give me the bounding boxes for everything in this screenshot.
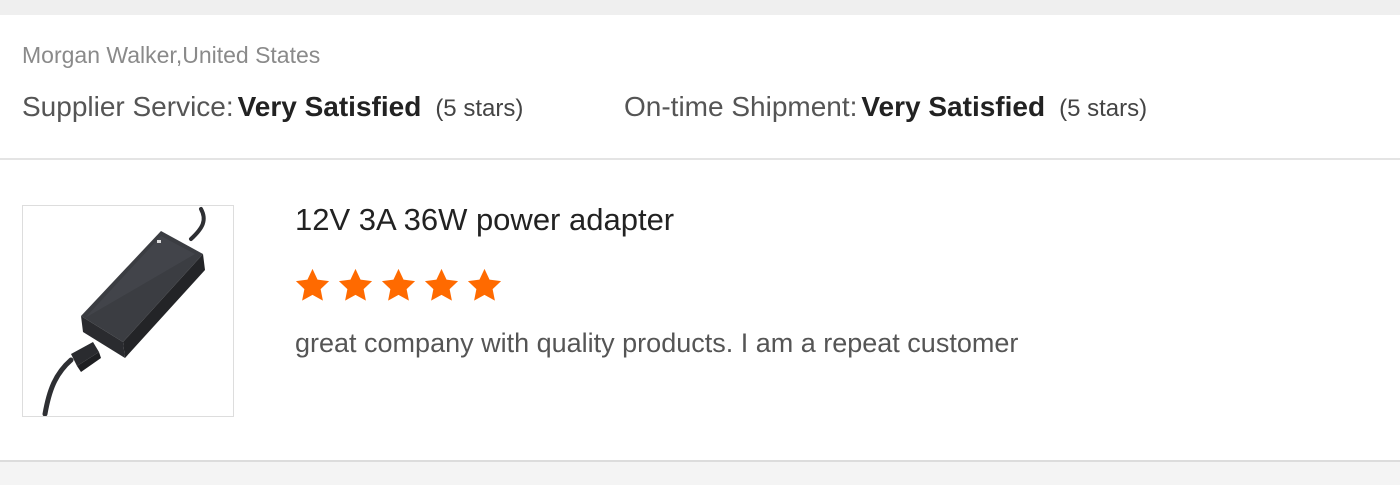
review-comment: great company with quality products. I a… <box>295 328 1019 358</box>
product-review: 12V 3A 36W power adapter great company w… <box>0 160 1400 462</box>
star-icon <box>338 268 373 301</box>
product-title[interactable]: 12V 3A 36W power adapter <box>295 202 674 238</box>
ontime-shipment-value: Very Satisfied <box>861 91 1046 122</box>
review-header: Morgan Walker,United States Supplier Ser… <box>0 15 1400 160</box>
power-adapter-image <box>42 207 206 416</box>
supplier-service-stars-text: (5 stars) <box>435 95 524 122</box>
reviewer-name-country: Morgan Walker,United States <box>22 42 321 68</box>
bottom-divider-strip <box>0 462 1400 485</box>
supplier-service-rating: Supplier Service: Very Satisfied (5 stars) <box>22 91 523 123</box>
supplier-service-value: Very Satisfied <box>237 91 422 122</box>
star-icon <box>467 268 502 301</box>
supplier-service-label: Supplier Service: <box>22 91 234 122</box>
ontime-shipment-rating: On-time Shipment: Very Satisfied (5 stars) <box>624 91 1147 123</box>
ontime-shipment-label: On-time Shipment: <box>624 91 858 122</box>
star-rating <box>293 266 504 305</box>
star-icon <box>295 268 330 301</box>
top-divider-strip <box>0 0 1400 15</box>
product-thumbnail[interactable] <box>22 205 234 417</box>
star-icon <box>424 268 459 301</box>
star-icon <box>381 268 416 301</box>
ontime-shipment-stars-text: (5 stars) <box>1059 95 1148 122</box>
